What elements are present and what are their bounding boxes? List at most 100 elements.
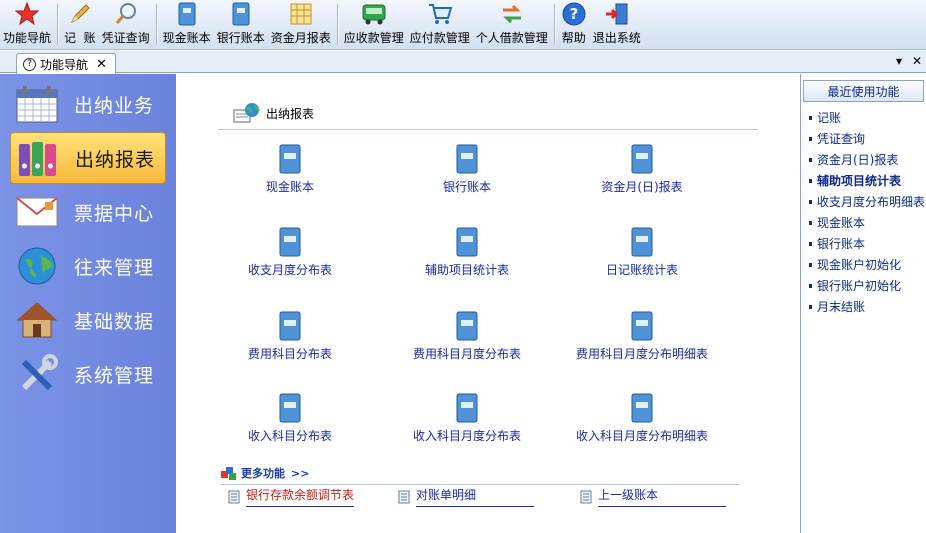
report-expense-subject-monthly[interactable]: 费用科目月度分布表 <box>367 311 567 362</box>
tools-icon <box>14 352 60 396</box>
report-globe-icon <box>233 103 260 123</box>
document-icon <box>228 490 240 503</box>
section-divider <box>218 129 758 130</box>
report-auxiliary-items[interactable]: 辅助项目统计表 <box>367 227 567 278</box>
nav-label: 出纳业务 <box>74 94 155 117</box>
nav-bill-center[interactable]: 票据中心 <box>10 186 166 238</box>
exchange-icon <box>499 1 525 27</box>
report-fund-monthly-daily[interactable]: 资金月(日)报表 <box>542 144 742 195</box>
recent-item[interactable]: 辅助项目统计表 <box>801 171 926 192</box>
section-header: 出纳报表 <box>232 102 314 124</box>
toolbar-label: 功能导航 <box>3 31 52 45</box>
report-label: 银行账本 <box>442 180 491 194</box>
report-income-subject-monthly-detail[interactable]: 收入科目月度分布明细表 <box>542 393 742 444</box>
toolbar-personal-loan-button[interactable]: 个人借款管理 <box>473 0 551 49</box>
link-bank-reconciliation[interactable]: 银行存款余额调节表 <box>228 486 355 507</box>
recent-item[interactable]: 凭证查询 <box>801 129 926 150</box>
report-income-subject-monthly[interactable]: 收入科目月度分布表 <box>367 393 567 444</box>
toolbar-label: 现金账本 <box>162 31 211 45</box>
toolbar-journal-button[interactable]: 记 账 <box>61 0 99 49</box>
recent-item[interactable]: 记账 <box>801 108 926 129</box>
book-icon <box>631 311 653 341</box>
exit-icon <box>604 1 630 27</box>
toolbar-label: 帮助 <box>561 31 586 45</box>
nav-label: 基础数据 <box>74 310 155 333</box>
nav-cashier-reports[interactable]: 出纳报表 <box>10 132 166 184</box>
tab-function-navigation[interactable]: ? 功能导航 ✕ <box>16 53 116 74</box>
report-expense-subject[interactable]: 费用科目分布表 <box>190 311 390 362</box>
section-title: 出纳报表 <box>266 106 315 121</box>
report-income-subject[interactable]: 收入科目分布表 <box>190 393 390 444</box>
report-label: 收入科目月度分布明细表 <box>575 429 708 443</box>
recent-item[interactable]: 收支月度分布明细表 <box>801 192 926 213</box>
recent-item[interactable]: 现金账户初始化 <box>801 255 926 276</box>
envelope-icon <box>14 190 60 234</box>
tab-bar: ? 功能导航 ✕ ▾ ✕ <box>0 51 926 74</box>
report-label: 费用科目月度分布明细表 <box>575 347 708 361</box>
book-icon <box>456 393 478 423</box>
toolbar-separator <box>553 4 555 45</box>
recent-item[interactable]: 银行账本 <box>801 234 926 255</box>
recent-item[interactable]: 银行账户初始化 <box>801 276 926 297</box>
toolbar-monthly-report-button[interactable]: 资金月报表 <box>268 0 334 49</box>
toolbar-cash-ledger-button[interactable]: 现金账本 <box>160 0 214 49</box>
toolbar-label: 记 账 <box>64 31 96 45</box>
binders-icon <box>15 136 61 180</box>
ledger-icon <box>174 1 200 27</box>
report-income-expense-monthly[interactable]: 收支月度分布表 <box>190 227 390 278</box>
nav-transactions[interactable]: 往来管理 <box>10 240 166 292</box>
toolbar-help-button[interactable]: ? 帮助 <box>558 0 590 49</box>
nav-system-management[interactable]: 系统管理 <box>10 348 166 400</box>
star-icon <box>14 1 40 27</box>
nav-label: 系统管理 <box>74 364 155 387</box>
report-label: 收支月度分布表 <box>247 263 332 277</box>
report-expense-subject-monthly-detail[interactable]: 费用科目月度分布明细表 <box>542 311 742 362</box>
calendar-icon <box>14 82 60 126</box>
toolbar-voucher-query-button[interactable]: 凭证查询 <box>99 0 153 49</box>
nav-label: 出纳报表 <box>75 148 156 171</box>
nav-cashier-business[interactable]: 出纳业务 <box>10 78 166 130</box>
grid-report-icon <box>288 1 314 27</box>
nav-label: 票据中心 <box>74 202 155 225</box>
recent-functions-list: 记账 凭证查询 资金月(日)报表 辅助项目统计表 收支月度分布明细表 现金账本 … <box>801 108 926 318</box>
link-label: 对账单明细 <box>416 486 535 507</box>
toolbar-label: 应收款管理 <box>343 31 404 45</box>
book-icon <box>631 144 653 174</box>
recent-item[interactable]: 资金月(日)报表 <box>801 150 926 171</box>
help-icon: ? <box>561 1 587 27</box>
report-label: 资金月(日)报表 <box>601 180 683 194</box>
toolbar-nav-button[interactable]: 功能导航 <box>0 0 54 49</box>
nav-label: 往来管理 <box>74 256 155 279</box>
link-parent-ledger[interactable]: 上一级账本 <box>580 486 727 507</box>
double-chevron-icon[interactable]: >> <box>291 467 309 480</box>
tab-label: 功能导航 <box>40 57 89 72</box>
link-label: 上一级账本 <box>598 486 727 507</box>
toolbar-label: 个人借款管理 <box>475 31 548 45</box>
tab-list-dropdown-icon[interactable]: ▾ <box>896 54 902 68</box>
more-functions-title: 更多功能 <box>241 467 285 480</box>
toolbar-label: 退出系统 <box>592 31 641 45</box>
recent-item[interactable]: 月末结账 <box>801 297 926 318</box>
report-label: 收入科目分布表 <box>247 429 332 443</box>
report-label: 辅助项目统计表 <box>424 263 509 277</box>
recent-functions-panel: 最近使用功能 记账 凭证查询 资金月(日)报表 辅助项目统计表 收支月度分布明细… <box>800 74 926 533</box>
toolbar-label: 资金月报表 <box>270 31 331 45</box>
magnifier-icon <box>113 1 139 27</box>
report-cash-ledger[interactable]: 现金账本 <box>190 144 390 195</box>
close-icon[interactable]: ✕ <box>96 57 107 72</box>
recent-item[interactable]: 现金账本 <box>801 213 926 234</box>
toolbar-exit-button[interactable]: 退出系统 <box>590 0 644 49</box>
report-bank-ledger[interactable]: 银行账本 <box>367 144 567 195</box>
tab-close-all-icon[interactable]: ✕ <box>912 54 922 68</box>
link-statement-details[interactable]: 对账单明细 <box>398 486 535 507</box>
report-journal-stats[interactable]: 日记账统计表 <box>542 227 742 278</box>
toolbar-receivables-button[interactable]: 应收款管理 <box>341 0 407 49</box>
book-icon <box>631 227 653 257</box>
nav-basic-data[interactable]: 基础数据 <box>10 294 166 346</box>
ledger-icon <box>228 1 254 27</box>
report-label: 日记账统计表 <box>605 263 678 277</box>
toolbar-bank-ledger-button[interactable]: 银行账本 <box>214 0 268 49</box>
toolbar-payables-button[interactable]: 应付款管理 <box>407 0 473 49</box>
house-icon <box>14 298 60 342</box>
document-icon <box>398 490 410 503</box>
